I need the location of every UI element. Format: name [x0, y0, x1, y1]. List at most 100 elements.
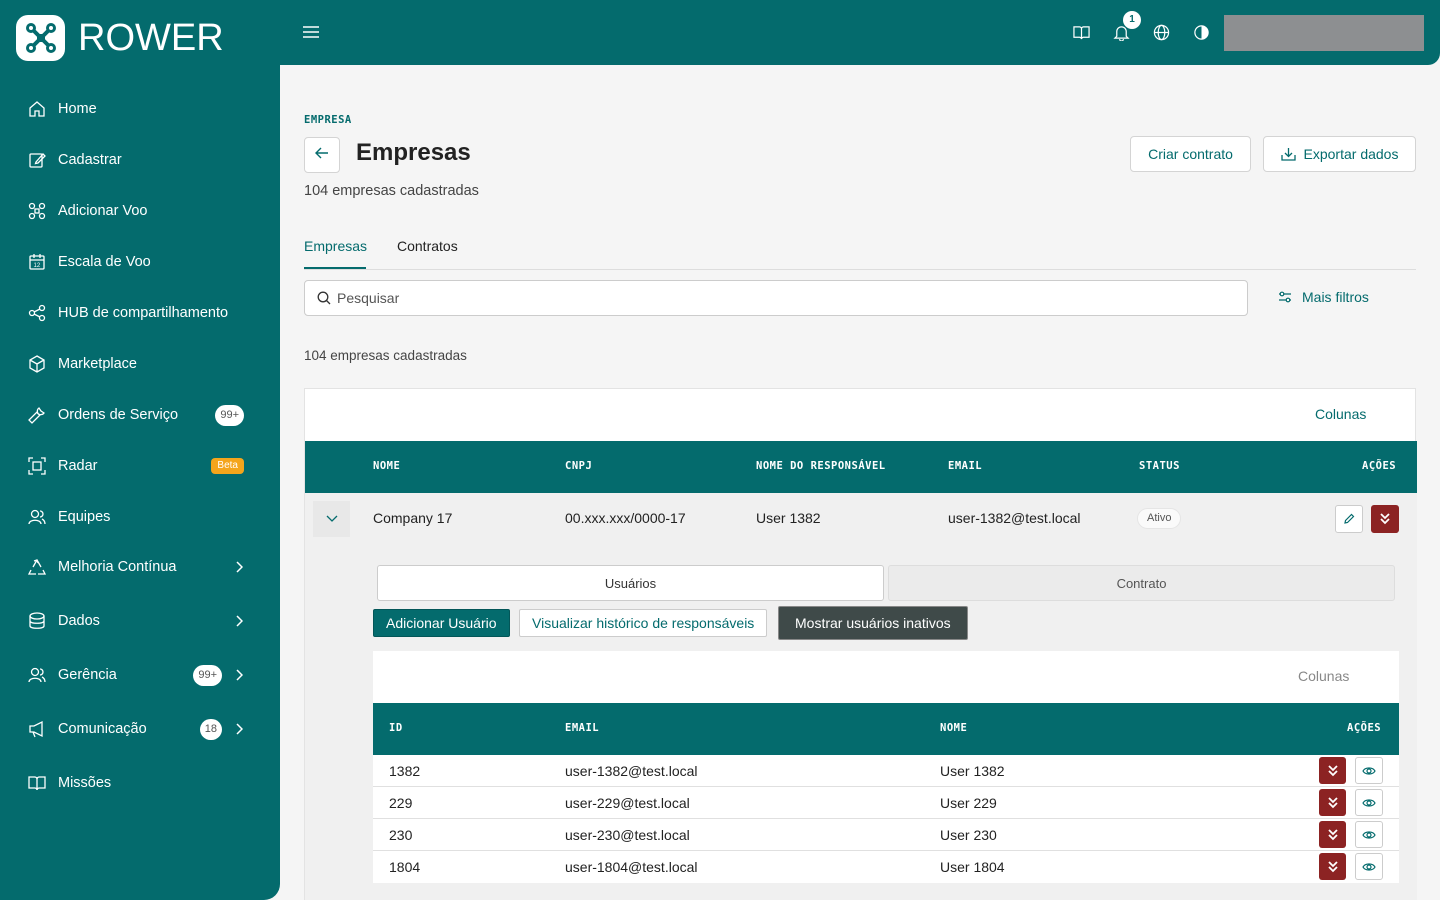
- table-row[interactable]: 230 user-230@test.local User 230: [373, 819, 1399, 851]
- column-header[interactable]: NOME: [940, 722, 967, 734]
- more-actions-button[interactable]: [1319, 757, 1346, 784]
- eye-icon: [1362, 830, 1376, 840]
- tab-contratos[interactable]: Contratos: [397, 238, 458, 254]
- create-contract-button[interactable]: Criar contrato: [1130, 136, 1251, 172]
- user-id: 230: [389, 827, 413, 843]
- more-filters-label: Mais filtros: [1302, 289, 1369, 305]
- sidebar-item-home[interactable]: Home: [28, 93, 246, 125]
- box-icon: [28, 355, 46, 373]
- svg-text:12: 12: [34, 263, 41, 269]
- sidebar-item-hub[interactable]: HUB de compartilhamento: [28, 297, 246, 329]
- book-icon[interactable]: [1073, 24, 1090, 41]
- company-cnpj: 00.xxx.xxx/0000-17: [565, 510, 686, 526]
- subtab-usuarios[interactable]: Usuários: [377, 565, 884, 601]
- recycle-icon: [28, 558, 46, 576]
- sidebar-item-label: Escala de Voo: [58, 254, 151, 270]
- sidebar-item-label: Ordens de Serviço: [58, 407, 179, 423]
- view-button[interactable]: [1355, 789, 1383, 816]
- more-actions-button[interactable]: [1319, 789, 1346, 816]
- home-icon: [28, 100, 46, 118]
- user-profile-area[interactable]: [1224, 15, 1424, 51]
- sidebar-item-label: Adicionar Voo: [58, 203, 148, 219]
- share-icon: [28, 304, 46, 322]
- sidebar-item-escala-de-voo[interactable]: 12 Escala de Voo: [28, 246, 246, 278]
- show-inactive-label: Mostrar usuários inativos: [795, 615, 951, 631]
- view-button[interactable]: [1355, 853, 1383, 880]
- tab-empresas[interactable]: Empresas: [304, 238, 367, 254]
- users-icon: [28, 508, 46, 526]
- column-header[interactable]: CNPJ: [565, 460, 592, 472]
- column-header[interactable]: EMAIL: [948, 460, 982, 472]
- chevron-down-icon: [326, 515, 338, 523]
- company-email: user-1382@test.local: [948, 510, 1081, 526]
- expand-row-button[interactable]: [313, 501, 350, 537]
- expanded-row-panel: Usuários Contrato Adicionar Usuário Visu…: [305, 545, 1417, 900]
- sidebar-item-equipes[interactable]: Equipes: [28, 501, 246, 533]
- columns-button[interactable]: Colunas: [1298, 668, 1349, 684]
- sidebar-item-melhoria-continua[interactable]: Melhoria Contínua: [28, 551, 246, 583]
- page-subtitle: 104 empresas cadastradas: [304, 183, 479, 199]
- show-inactive-users-button[interactable]: Mostrar usuários inativos: [778, 606, 968, 640]
- view-button[interactable]: [1355, 821, 1383, 848]
- count-badge: 18: [199, 718, 222, 740]
- users-icon: [28, 666, 46, 684]
- sidebar: ROWER Home Cadastrar Adicionar Voo 12 Es…: [0, 0, 280, 900]
- drone-logo-icon: [16, 15, 65, 61]
- add-user-button[interactable]: Adicionar Usuário: [373, 609, 510, 637]
- view-button[interactable]: [1355, 757, 1383, 784]
- table-row[interactable]: 1382 user-1382@test.local User 1382: [373, 755, 1399, 787]
- sidebar-item-radar[interactable]: Radar Beta: [28, 450, 246, 482]
- user-name: User 1382: [940, 763, 1005, 779]
- back-button[interactable]: [304, 137, 340, 173]
- sidebar-item-label: Equipes: [58, 509, 111, 525]
- subtab-label: Usuários: [604, 575, 657, 591]
- logo[interactable]: ROWER: [16, 15, 224, 61]
- sidebar-item-cadastrar[interactable]: Cadastrar: [28, 144, 246, 176]
- columns-button[interactable]: Colunas: [1315, 406, 1366, 422]
- users-table-header: ID EMAIL NOME AÇÕES: [373, 703, 1399, 755]
- sidebar-item-ordens-de-servico[interactable]: Ordens de Serviço 99+: [28, 399, 246, 431]
- responsible-name: User 1382: [756, 510, 821, 526]
- user-id: 1382: [389, 763, 421, 779]
- double-chevron-down-icon: [1380, 513, 1390, 525]
- chevron-right-icon: [232, 614, 246, 628]
- table-row[interactable]: Company 17 00.xxx.xxx/0000-17 User 1382 …: [305, 493, 1417, 545]
- search-bar: [304, 280, 1248, 316]
- column-header[interactable]: STATUS: [1139, 460, 1180, 472]
- column-header[interactable]: NOME DO RESPONSÁVEL: [756, 460, 886, 472]
- calendar-icon: 12: [28, 253, 46, 271]
- column-header[interactable]: ID: [389, 722, 403, 734]
- chevron-right-icon: [232, 668, 246, 682]
- user-name: User 229: [940, 795, 997, 811]
- edit-button[interactable]: [1335, 505, 1363, 533]
- double-chevron-down-icon: [1327, 860, 1338, 873]
- sidebar-item-label: Dados: [58, 613, 100, 629]
- export-data-button[interactable]: Exportar dados: [1263, 136, 1416, 172]
- view-history-button[interactable]: Visualizar histórico de responsáveis: [519, 609, 768, 637]
- sidebar-item-adicionar-voo[interactable]: Adicionar Voo: [28, 195, 246, 227]
- search-input[interactable]: [337, 290, 1217, 306]
- column-header[interactable]: NOME: [373, 460, 400, 472]
- table-row[interactable]: 1804 user-1804@test.local User 1804: [373, 851, 1399, 883]
- notification-count-badge: 1: [1123, 11, 1141, 29]
- double-chevron-down-icon: [1327, 828, 1338, 841]
- column-header[interactable]: EMAIL: [565, 722, 599, 734]
- table-header: NOME CNPJ NOME DO RESPONSÁVEL EMAIL STAT…: [305, 441, 1417, 493]
- sidebar-item-missoes[interactable]: Missões: [28, 767, 246, 799]
- globe-icon[interactable]: [1153, 24, 1170, 41]
- more-filters-button[interactable]: Mais filtros: [1278, 289, 1369, 305]
- bell-icon[interactable]: 1: [1113, 11, 1141, 41]
- more-actions-button[interactable]: [1319, 853, 1346, 880]
- sidebar-item-dados[interactable]: Dados: [28, 605, 246, 637]
- contrast-icon[interactable]: [1193, 24, 1210, 41]
- sidebar-item-comunicacao[interactable]: Comunicação 18: [28, 713, 246, 745]
- megaphone-icon: [28, 720, 46, 738]
- companies-table: Colunas NOME CNPJ NOME DO RESPONSÁVEL EM…: [304, 388, 1417, 900]
- sidebar-item-marketplace[interactable]: Marketplace: [28, 348, 246, 380]
- more-actions-button[interactable]: [1319, 821, 1346, 848]
- hamburger-menu-icon[interactable]: [302, 22, 320, 42]
- more-actions-button[interactable]: [1371, 505, 1399, 533]
- sidebar-item-gerencia[interactable]: Gerência 99+: [28, 659, 246, 691]
- table-row[interactable]: 229 user-229@test.local User 229: [373, 787, 1399, 819]
- subtab-contrato[interactable]: Contrato: [888, 565, 1395, 601]
